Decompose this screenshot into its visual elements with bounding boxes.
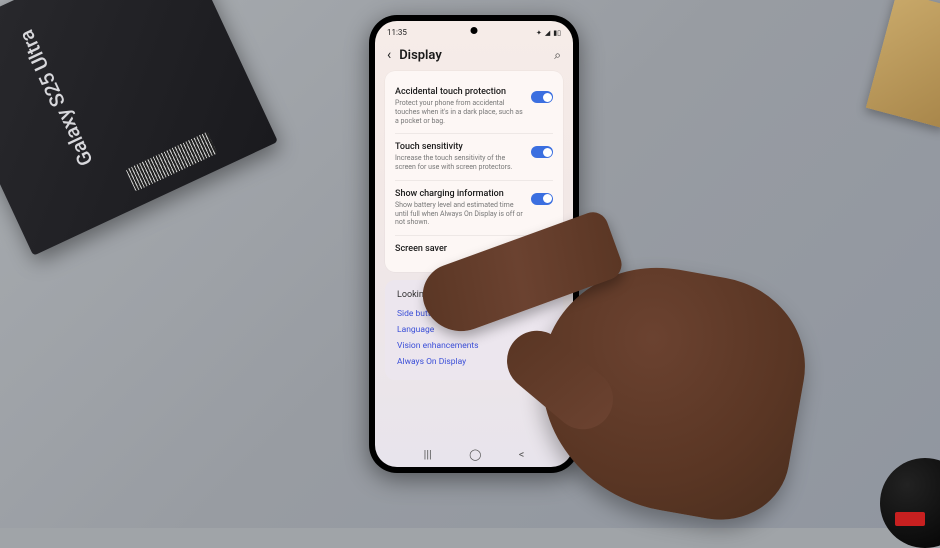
setting-subtitle: Show battery level and estimated time un…	[395, 201, 525, 227]
search-icon[interactable]: ⌕	[554, 48, 561, 63]
setting-subtitle: Protect your phone from accidental touch…	[395, 99, 525, 125]
phone-device: 11:35 ✦ ◢ ▮▯ ‹ Display ⌕ Accidental touc…	[369, 15, 579, 473]
red-accent-strip	[895, 512, 925, 526]
toggle-charging-info[interactable]	[531, 193, 553, 205]
wood-block	[866, 0, 940, 128]
related-heading: Looking for something else?	[397, 290, 551, 300]
status-signal-icon: ◢	[545, 29, 550, 37]
front-camera-hole	[471, 27, 478, 34]
link-side-button[interactable]: Side button	[397, 306, 551, 322]
toggle-touch-sensitivity[interactable]	[531, 146, 553, 158]
setting-title: Screen saver	[395, 244, 547, 254]
toggle-accidental-touch[interactable]	[531, 91, 553, 103]
status-wifi-icon: ✦	[536, 29, 542, 37]
page-header: ‹ Display ⌕	[375, 39, 573, 69]
box-barcode	[126, 132, 218, 192]
setting-subtitle: Increase the touch sensitivity of the sc…	[395, 154, 525, 172]
status-battery-icon: ▮▯	[553, 29, 561, 37]
back-icon[interactable]: ‹	[387, 47, 399, 63]
product-box: Galaxy S25 Ultra	[0, 0, 278, 256]
dark-round-object	[880, 458, 940, 548]
link-vision-enhancements[interactable]: Vision enhancements	[397, 338, 551, 354]
link-always-on-display[interactable]: Always On Display	[397, 354, 551, 370]
setting-accidental-touch[interactable]: Accidental touch protection Protect your…	[395, 79, 553, 134]
setting-title: Accidental touch protection	[395, 87, 525, 97]
link-language[interactable]: Language	[397, 322, 551, 338]
setting-title: Show charging information	[395, 189, 525, 199]
box-product-name: Galaxy S25 Ultra	[14, 26, 98, 170]
setting-charging-info[interactable]: Show charging information Show battery l…	[395, 181, 553, 236]
nav-recents-icon[interactable]: |||	[424, 448, 432, 461]
nav-home-icon[interactable]: ◯	[469, 448, 481, 461]
related-settings-card: Looking for something else? Side button …	[385, 280, 563, 380]
phone-screen: 11:35 ✦ ◢ ▮▯ ‹ Display ⌕ Accidental touc…	[375, 21, 573, 467]
nav-back-icon[interactable]: <	[519, 448, 525, 461]
desk-surface: Galaxy S25 Ultra 11:35 ✦ ◢ ▮▯ ‹ Display …	[0, 0, 940, 528]
settings-card: Accidental touch protection Protect your…	[385, 71, 563, 272]
setting-screen-saver[interactable]: Screen saver	[395, 236, 553, 264]
page-title: Display	[399, 48, 554, 63]
setting-title: Touch sensitivity	[395, 142, 525, 152]
setting-touch-sensitivity[interactable]: Touch sensitivity Increase the touch sen…	[395, 134, 553, 181]
status-time: 11:35	[387, 28, 407, 37]
settings-content: Accidental touch protection Protect your…	[375, 69, 573, 386]
navigation-bar: ||| ◯ <	[375, 448, 573, 461]
